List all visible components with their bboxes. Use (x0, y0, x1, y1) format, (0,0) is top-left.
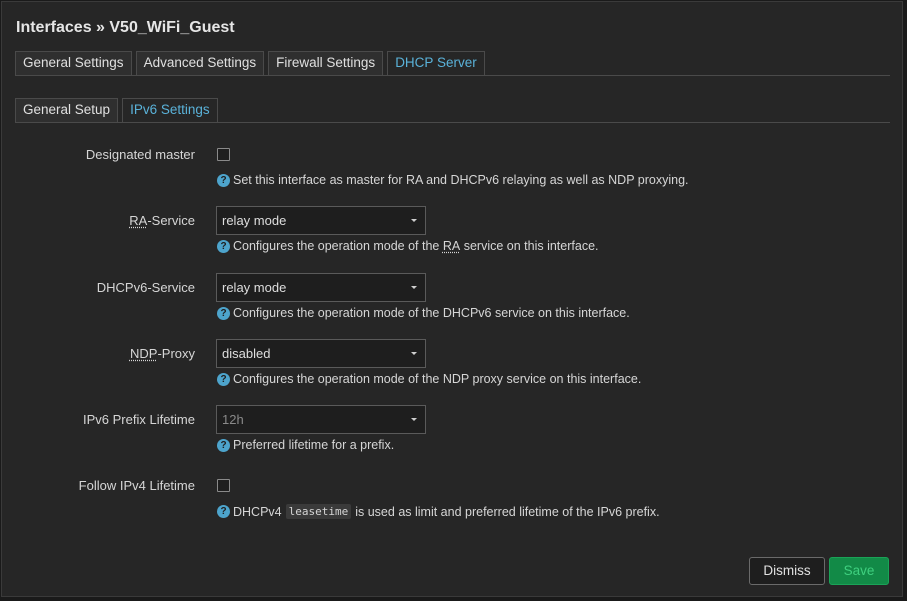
ndp-proxy-label: NDP-Proxy (130, 346, 195, 361)
tab-general-settings[interactable]: General Settings (15, 51, 132, 75)
question-circle-icon: ? (217, 239, 230, 253)
dhcpv6-service-select[interactable]: relay mode (216, 273, 426, 302)
follow-ipv4-lifetime-label: Follow IPv4 Lifetime (78, 478, 195, 493)
ndp-proxy-help-text: Configures the operation mode of the NDP… (233, 372, 642, 386)
ra-service-help-abbr: RA (442, 239, 461, 253)
ndp-proxy-select[interactable]: disabled (216, 339, 426, 368)
tab-general-setup[interactable]: General Setup (15, 98, 119, 122)
designated-master-label: Designated master (85, 147, 195, 162)
ra-service-help: ? Configures the operation mode of the R… (217, 239, 599, 253)
ndp-proxy-label-rest: -Proxy (157, 346, 195, 361)
sub-tabs-divider (15, 122, 890, 123)
dhcpv6-service-label: DHCPv6-Service (96, 280, 195, 295)
follow-ipv4-lifetime-help-pre: DHCPv4 (233, 504, 282, 519)
dhcpv6-service-value: relay mode (222, 280, 287, 295)
caret-down-icon (411, 286, 417, 289)
ra-service-help-pre: Configures the operation mode of the (233, 239, 443, 253)
caret-down-icon (411, 352, 417, 355)
question-circle-icon: ? (217, 173, 230, 187)
dismiss-button[interactable]: Dismiss (749, 557, 825, 585)
ipv6-prefix-lifetime-label: IPv6 Prefix Lifetime (83, 412, 195, 427)
question-circle-icon: ? (217, 438, 230, 452)
tab-firewall-settings[interactable]: Firewall Settings (268, 51, 384, 75)
leasetime-code: leasetime (285, 504, 352, 519)
ra-service-help-post: service on this interface. (460, 239, 599, 253)
ndp-proxy-help: ? Configures the operation mode of the N… (217, 372, 641, 386)
designated-master-help-text: Set this interface as master for RA and … (233, 173, 689, 187)
follow-ipv4-lifetime-help-post: is used as limit and preferred lifetime … (355, 504, 660, 519)
designated-master-help: ? Set this interface as master for RA an… (217, 173, 689, 187)
tab-dhcp-server[interactable]: DHCP Server (387, 51, 485, 75)
save-button[interactable]: Save (829, 557, 889, 585)
interface-settings-dialog: Interfaces » V50_WiFi_Guest General Sett… (1, 1, 903, 597)
main-tabs: General Settings Advanced Settings Firew… (15, 51, 485, 75)
tab-ipv6-settings[interactable]: IPv6 Settings (122, 98, 218, 122)
main-tabs-divider (15, 75, 890, 76)
caret-down-icon (411, 418, 417, 421)
question-circle-icon: ? (217, 505, 230, 518)
follow-ipv4-lifetime-help: ? DHCPv4 leasetime is used as limit and … (217, 504, 660, 519)
ra-service-label: RA-Service (129, 213, 195, 228)
dhcpv6-service-help: ? Configures the operation mode of the D… (217, 306, 630, 320)
dialog-title: Interfaces » V50_WiFi_Guest (16, 19, 235, 36)
ipv6-prefix-lifetime-placeholder: 12h (222, 412, 244, 427)
ra-service-value: relay mode (222, 213, 287, 228)
ndp-proxy-label-abbr: NDP (129, 346, 158, 361)
dhcpv6-service-help-text: Configures the operation mode of the DHC… (233, 306, 630, 320)
designated-master-checkbox[interactable] (217, 148, 230, 161)
question-circle-icon: ? (217, 372, 230, 386)
ra-service-label-abbr: RA (129, 213, 148, 228)
tab-advanced-settings[interactable]: Advanced Settings (135, 51, 265, 75)
ipv6-prefix-lifetime-select[interactable]: 12h (216, 405, 426, 434)
ipv6-prefix-lifetime-help: ? Preferred lifetime for a prefix. (217, 438, 394, 452)
sub-tabs: General Setup IPv6 Settings (15, 98, 218, 122)
follow-ipv4-lifetime-checkbox[interactable] (217, 479, 230, 492)
question-circle-icon: ? (217, 306, 230, 320)
ndp-proxy-value: disabled (222, 346, 271, 361)
ra-service-label-rest: -Service (147, 213, 195, 228)
ipv6-prefix-lifetime-help-text: Preferred lifetime for a prefix. (233, 438, 395, 452)
ra-service-select[interactable]: relay mode (216, 206, 426, 235)
caret-down-icon (411, 219, 417, 222)
